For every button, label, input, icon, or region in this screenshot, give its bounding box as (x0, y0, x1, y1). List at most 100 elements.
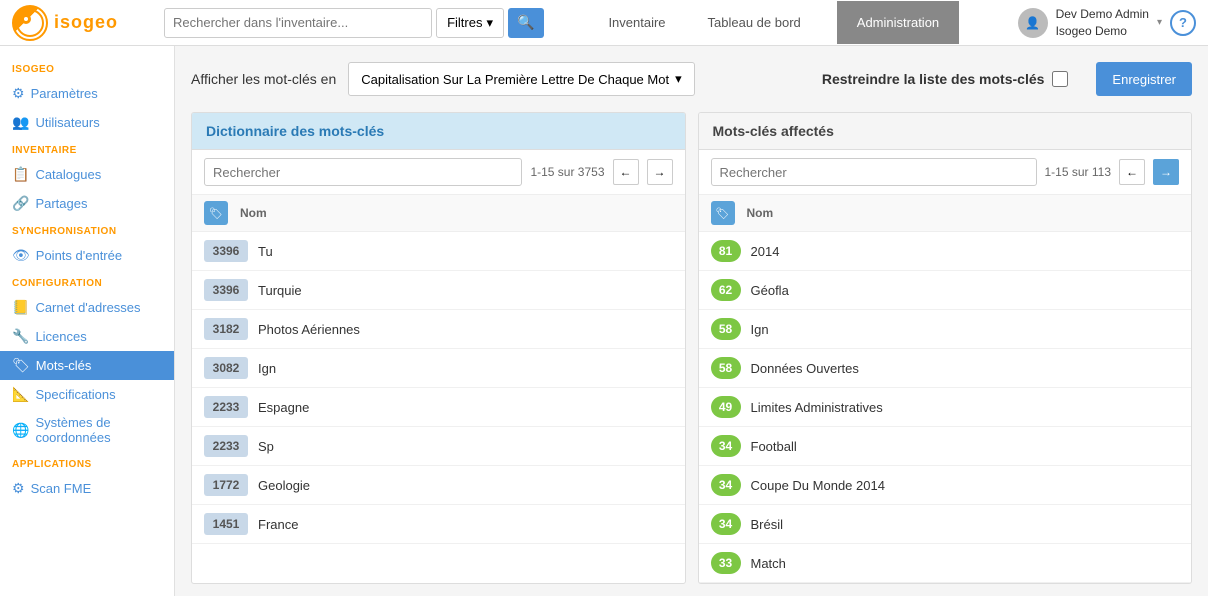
count-badge: 34 (711, 474, 741, 496)
sidebar-item-systemes-coordonnees[interactable]: 🌐 Systèmes de coordonnées (0, 409, 174, 451)
row-name: Turquie (258, 283, 673, 298)
nav-inventaire[interactable]: Inventaire (602, 1, 671, 44)
count-badge: 3396 (204, 240, 248, 262)
table-row[interactable]: 62 Géofla (699, 271, 1192, 310)
eye-icon: 👁 (12, 247, 30, 264)
row-name: Espagne (258, 400, 673, 415)
count-badge: 34 (711, 435, 741, 457)
sidebar-item-mots-cles[interactable]: 🏷 Mots-clés (0, 351, 174, 380)
sidebar-item-licences[interactable]: 🔧 Licences (0, 322, 174, 351)
table-row[interactable]: 34 Brésil (699, 505, 1192, 544)
user-chevron-icon[interactable]: ▾ (1157, 17, 1162, 28)
dict-search-input[interactable] (204, 158, 522, 186)
table-row[interactable]: 33 Match (699, 544, 1192, 583)
top-nav: isogeo Filtres ▾ 🔍 Inventaire Tableau de… (0, 0, 1208, 46)
dict-icon-col: 🏷 (204, 201, 240, 225)
nav-administration[interactable]: Administration (837, 1, 959, 44)
gear-icon: ⚙ (12, 85, 25, 102)
count-badge: 3082 (204, 357, 248, 379)
sidebar-item-specifications[interactable]: 📐 Specifications (0, 380, 174, 409)
help-button[interactable]: ? (1170, 10, 1196, 36)
logo-text: isogeo (54, 12, 118, 33)
catalogue-icon: 📋 (12, 166, 29, 183)
share-icon: 🔗 (12, 195, 29, 212)
table-row[interactable]: 2233 Sp (192, 427, 685, 466)
row-name: Match (751, 556, 1180, 571)
sidebar-section-configuration: CONFIGURATION (0, 270, 174, 293)
sidebar-item-catalogues[interactable]: 📋 Catalogues (0, 160, 174, 189)
dict-page-next-button[interactable]: → (647, 159, 673, 185)
sidebar-section-isogeo: ISOGEO (0, 56, 174, 79)
search-input[interactable] (164, 8, 432, 38)
dict-page-prev-button[interactable]: ← (613, 159, 639, 185)
nav-links: Inventaire Tableau de bord Administratio… (556, 1, 1006, 44)
dict-panel-header: Dictionnaire des mots-clés (192, 113, 685, 150)
table-row[interactable]: 1772 Geologie (192, 466, 685, 505)
row-name: Ign (258, 361, 673, 376)
dropdown-chevron-icon: ▾ (675, 71, 682, 87)
panels: Dictionnaire des mots-clés 1-15 sur 3753… (191, 112, 1192, 584)
globe-icon: 🌐 (12, 422, 29, 439)
row-name: France (258, 517, 673, 532)
sidebar-item-carnet-adresses[interactable]: 📒 Carnet d'adresses (0, 293, 174, 322)
table-row[interactable]: 49 Limites Administratives (699, 388, 1192, 427)
restrict-checkbox[interactable] (1052, 71, 1068, 87)
table-row[interactable]: 2233 Espagne (192, 388, 685, 427)
restrict-label: Restreindre la liste des mots-clés (822, 71, 1045, 87)
user-area: 👤 Dev Demo Admin Isogeo Demo ▾ ? (1018, 6, 1196, 40)
chevron-down-icon: ▾ (486, 15, 493, 31)
table-row[interactable]: 1451 France (192, 505, 685, 544)
row-name: Brésil (751, 517, 1180, 532)
address-book-icon: 📒 (12, 299, 29, 316)
scan-icon: ⚙ (12, 480, 25, 497)
filter-button[interactable]: Filtres ▾ (436, 8, 504, 38)
search-button[interactable]: 🔍 (508, 8, 544, 38)
sidebar-item-partages[interactable]: 🔗 Partages (0, 189, 174, 218)
row-name: Sp (258, 439, 673, 454)
table-row[interactable]: 3182 Photos Aériennes (192, 310, 685, 349)
table-row[interactable]: 34 Coupe Du Monde 2014 (699, 466, 1192, 505)
count-badge: 3396 (204, 279, 248, 301)
count-badge: 1451 (204, 513, 248, 535)
affected-panel: Mots-clés affectés 1-15 sur 113 ← → 🏷 No… (698, 112, 1193, 584)
affected-name-col: Nom (747, 206, 1180, 220)
sidebar-item-utilisateurs[interactable]: 👥 Utilisateurs (0, 108, 174, 137)
affected-panel-header: Mots-clés affectés (699, 113, 1192, 150)
sidebar-item-scan-fme[interactable]: ⚙ Scan FME (0, 474, 174, 503)
affected-icon-col: 🏷 (711, 201, 747, 225)
sidebar-section-synchronisation: SYNCHRONISATION (0, 218, 174, 241)
table-row[interactable]: 34 Football (699, 427, 1192, 466)
sidebar-item-parametres[interactable]: ⚙ Paramètres (0, 79, 174, 108)
count-badge: 62 (711, 279, 741, 301)
count-badge: 3182 (204, 318, 248, 340)
table-row[interactable]: 81 2014 (699, 232, 1192, 271)
search-icon: 🔍 (517, 14, 534, 31)
nav-tableau-de-bord[interactable]: Tableau de bord (702, 1, 807, 44)
row-name: Geologie (258, 478, 673, 493)
users-icon: 👥 (12, 114, 29, 131)
table-row[interactable]: 58 Données Ouvertes (699, 349, 1192, 388)
row-name: Limites Administratives (751, 400, 1180, 415)
count-badge: 58 (711, 357, 741, 379)
capitalization-dropdown[interactable]: Capitalisation Sur La Première Lettre De… (348, 62, 694, 96)
avatar: 👤 (1018, 8, 1048, 38)
count-badge: 81 (711, 240, 741, 262)
table-row[interactable]: 3396 Turquie (192, 271, 685, 310)
affected-page-prev-button[interactable]: ← (1119, 159, 1145, 185)
row-name: Géofla (751, 283, 1180, 298)
count-badge: 1772 (204, 474, 248, 496)
save-button[interactable]: Enregistrer (1096, 62, 1192, 96)
table-row[interactable]: 58 Ign (699, 310, 1192, 349)
dict-pagination: 1-15 sur 3753 (530, 165, 604, 179)
affected-search-input[interactable] (711, 158, 1037, 186)
row-name: Photos Aériennes (258, 322, 673, 337)
count-badge: 34 (711, 513, 741, 535)
dict-panel-toolbar: 1-15 sur 3753 ← → (192, 150, 685, 195)
table-row[interactable]: 3396 Tu (192, 232, 685, 271)
affected-page-next-button[interactable]: → (1153, 159, 1179, 185)
header-label: Afficher les mot-clés en (191, 71, 336, 87)
count-badge: 2233 (204, 396, 248, 418)
row-name: Football (751, 439, 1180, 454)
sidebar-item-points-entree[interactable]: 👁 Points d'entrée (0, 241, 174, 270)
table-row[interactable]: 3082 Ign (192, 349, 685, 388)
